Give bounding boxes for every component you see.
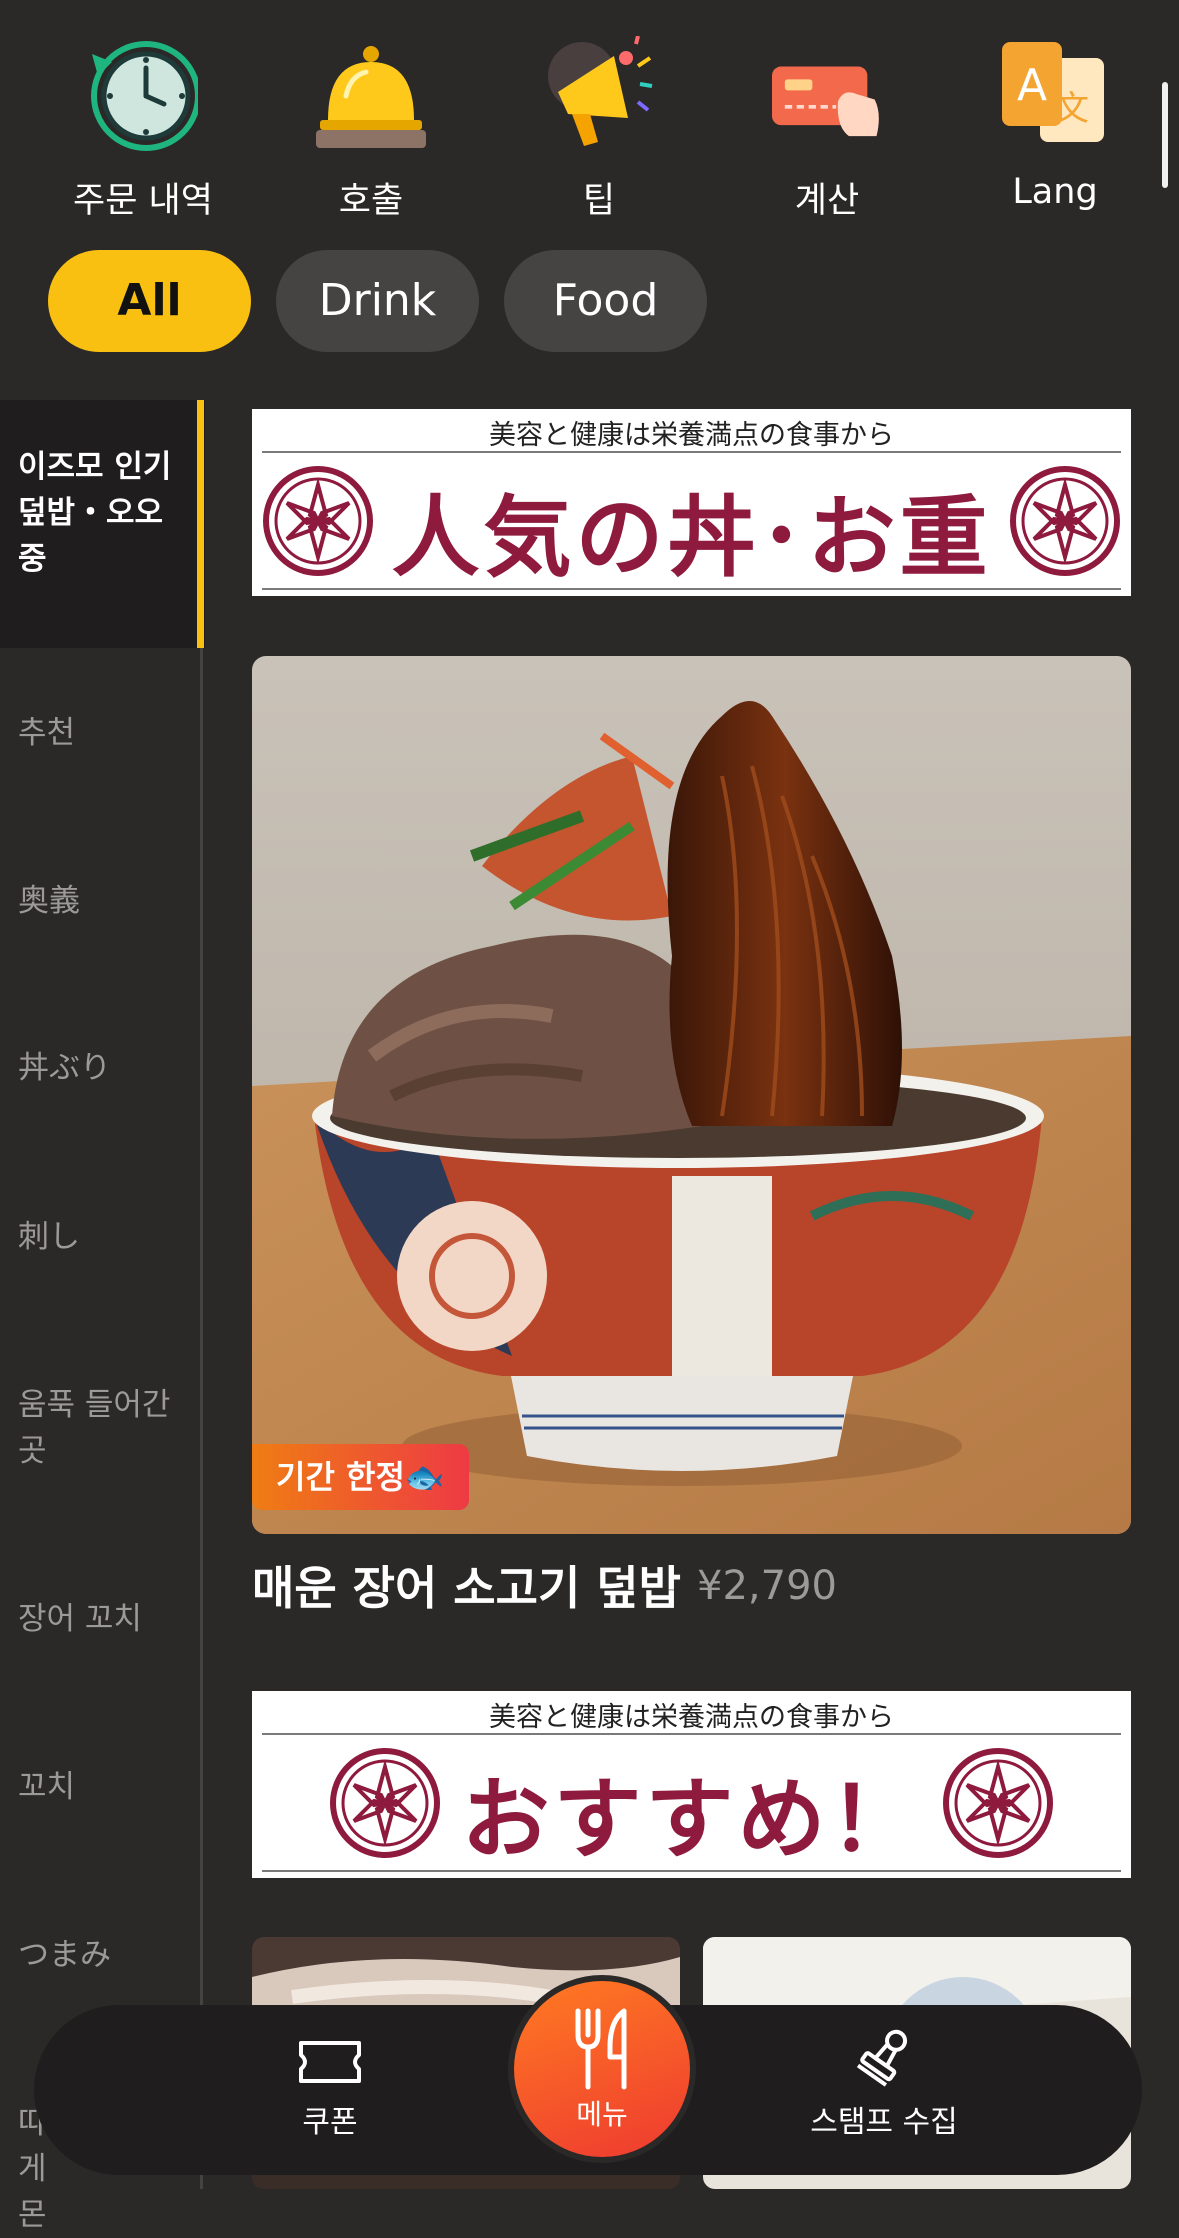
- action-label: 주문 내역: [73, 181, 213, 221]
- order-history-clock-icon: [91, 41, 198, 151]
- top-action-bar: 주문 내역 호출 팁 계산 文 A Lang: [0, 0, 1179, 240]
- filter-drink[interactable]: Drink: [276, 250, 479, 352]
- action-label: 호출: [338, 181, 404, 221]
- checkout-button[interactable]: 계산: [727, 30, 927, 230]
- service-bell-icon: [316, 46, 426, 148]
- menu-button[interactable]: 메뉴: [508, 1975, 696, 2163]
- call-staff-button[interactable]: 호출: [271, 30, 471, 230]
- language-icon: 文 A: [1002, 42, 1104, 142]
- sidebar-item-sashi[interactable]: 刺し: [0, 1214, 205, 1260]
- banner-popular-donburi: 美容と健康は栄養満点の食事から 人気の丼･お重: [252, 409, 1131, 596]
- megaphone-icon: [548, 36, 653, 146]
- stamp-label: 스탬프 수집: [810, 2105, 958, 2140]
- sidebar-active-indicator: [197, 400, 204, 648]
- stamp-collection-button[interactable]: 스탬프 수집: [754, 2025, 1014, 2141]
- banner-rule: [262, 451, 1121, 453]
- action-label: 계산: [794, 181, 860, 221]
- order-history-button[interactable]: 주문 내역: [43, 30, 243, 230]
- sidebar-item-tsumami[interactable]: つまみ: [0, 1932, 205, 1978]
- category-sidebar: [0, 400, 205, 2189]
- banner-rule: [262, 1733, 1121, 1735]
- item-name[interactable]: 매운 장어 소고기 덮밥: [252, 1552, 681, 1618]
- banner-title: 人気の丼･お重: [391, 485, 992, 589]
- sidebar-item-umpuk[interactable]: 움푹 들어간 곳: [0, 1382, 205, 1474]
- banner-rule: [262, 588, 1121, 590]
- filter-all[interactable]: All: [48, 250, 251, 352]
- sidebar-item-ougi[interactable]: 奥義: [0, 878, 205, 924]
- asanoha-emblem-icon: [1010, 466, 1120, 576]
- menu-label: 메뉴: [576, 2098, 628, 2131]
- stamp-icon: [856, 2029, 908, 2087]
- fork-knife-icon: [575, 2008, 627, 2090]
- coupon-label: 쿠폰: [302, 2105, 358, 2140]
- sidebar-item-skewer[interactable]: 꼬치: [0, 1764, 205, 1810]
- action-label: 팁: [582, 181, 616, 221]
- item-price: ¥2,790: [697, 1563, 837, 1609]
- eel-beef-bowl-image: [252, 656, 1131, 1534]
- sidebar-item-eel-skewer[interactable]: 장어 꼬치: [0, 1596, 205, 1642]
- asanoha-emblem-icon: [943, 1748, 1053, 1858]
- banner-recommended: 美容と健康は栄養満点の食事から おすすめ！: [252, 1691, 1131, 1878]
- language-button[interactable]: 文 A Lang: [955, 30, 1155, 230]
- banner-subtitle: 美容と健康は栄養満点の食事から: [489, 1702, 894, 1733]
- coupon-button[interactable]: 쿠폰: [250, 2025, 410, 2141]
- tip-button[interactable]: 팁: [499, 30, 699, 230]
- filter-food[interactable]: Food: [504, 250, 707, 352]
- action-label: Lang: [1012, 172, 1098, 212]
- sidebar-item-popular-donburi[interactable]: 이즈모 인기 덮밥・오오 중: [0, 400, 205, 648]
- featured-item-photo[interactable]: [252, 656, 1131, 1534]
- payment-card-icon: [772, 66, 879, 137]
- limited-time-badge: 기간 한정🐟: [252, 1444, 469, 1510]
- banner-subtitle: 美容と健康は栄養満点の食事から: [489, 420, 894, 451]
- ticket-icon: [299, 2041, 361, 2083]
- sidebar-item-donburi[interactable]: 丼ぶり: [0, 1045, 205, 1091]
- svg-text:A: A: [1017, 60, 1047, 111]
- sidebar-item-recommended[interactable]: 추천: [0, 710, 205, 756]
- banner-rule: [262, 1870, 1121, 1872]
